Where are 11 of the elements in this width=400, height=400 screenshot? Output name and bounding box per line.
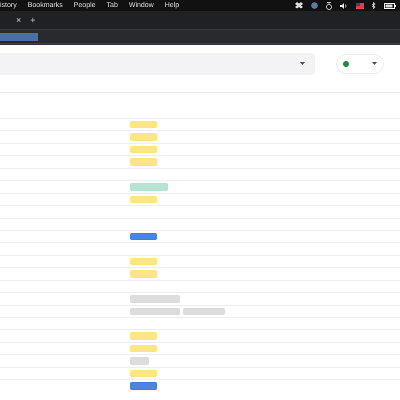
close-button[interactable]: × [16, 15, 22, 25]
bluetooth-icon[interactable] [372, 2, 376, 9]
circle-icon[interactable] [311, 2, 318, 9]
caret-icon [372, 62, 377, 65]
battery-icon[interactable] [384, 2, 396, 8]
new-tab-button[interactable]: + [30, 15, 36, 25]
volume-icon[interactable] [340, 2, 348, 8]
status-dropdown[interactable] [336, 54, 384, 74]
caret-icon [300, 62, 305, 65]
flag-icon[interactable] [356, 2, 364, 8]
bookmark-highlight[interactable] [0, 32, 38, 40]
